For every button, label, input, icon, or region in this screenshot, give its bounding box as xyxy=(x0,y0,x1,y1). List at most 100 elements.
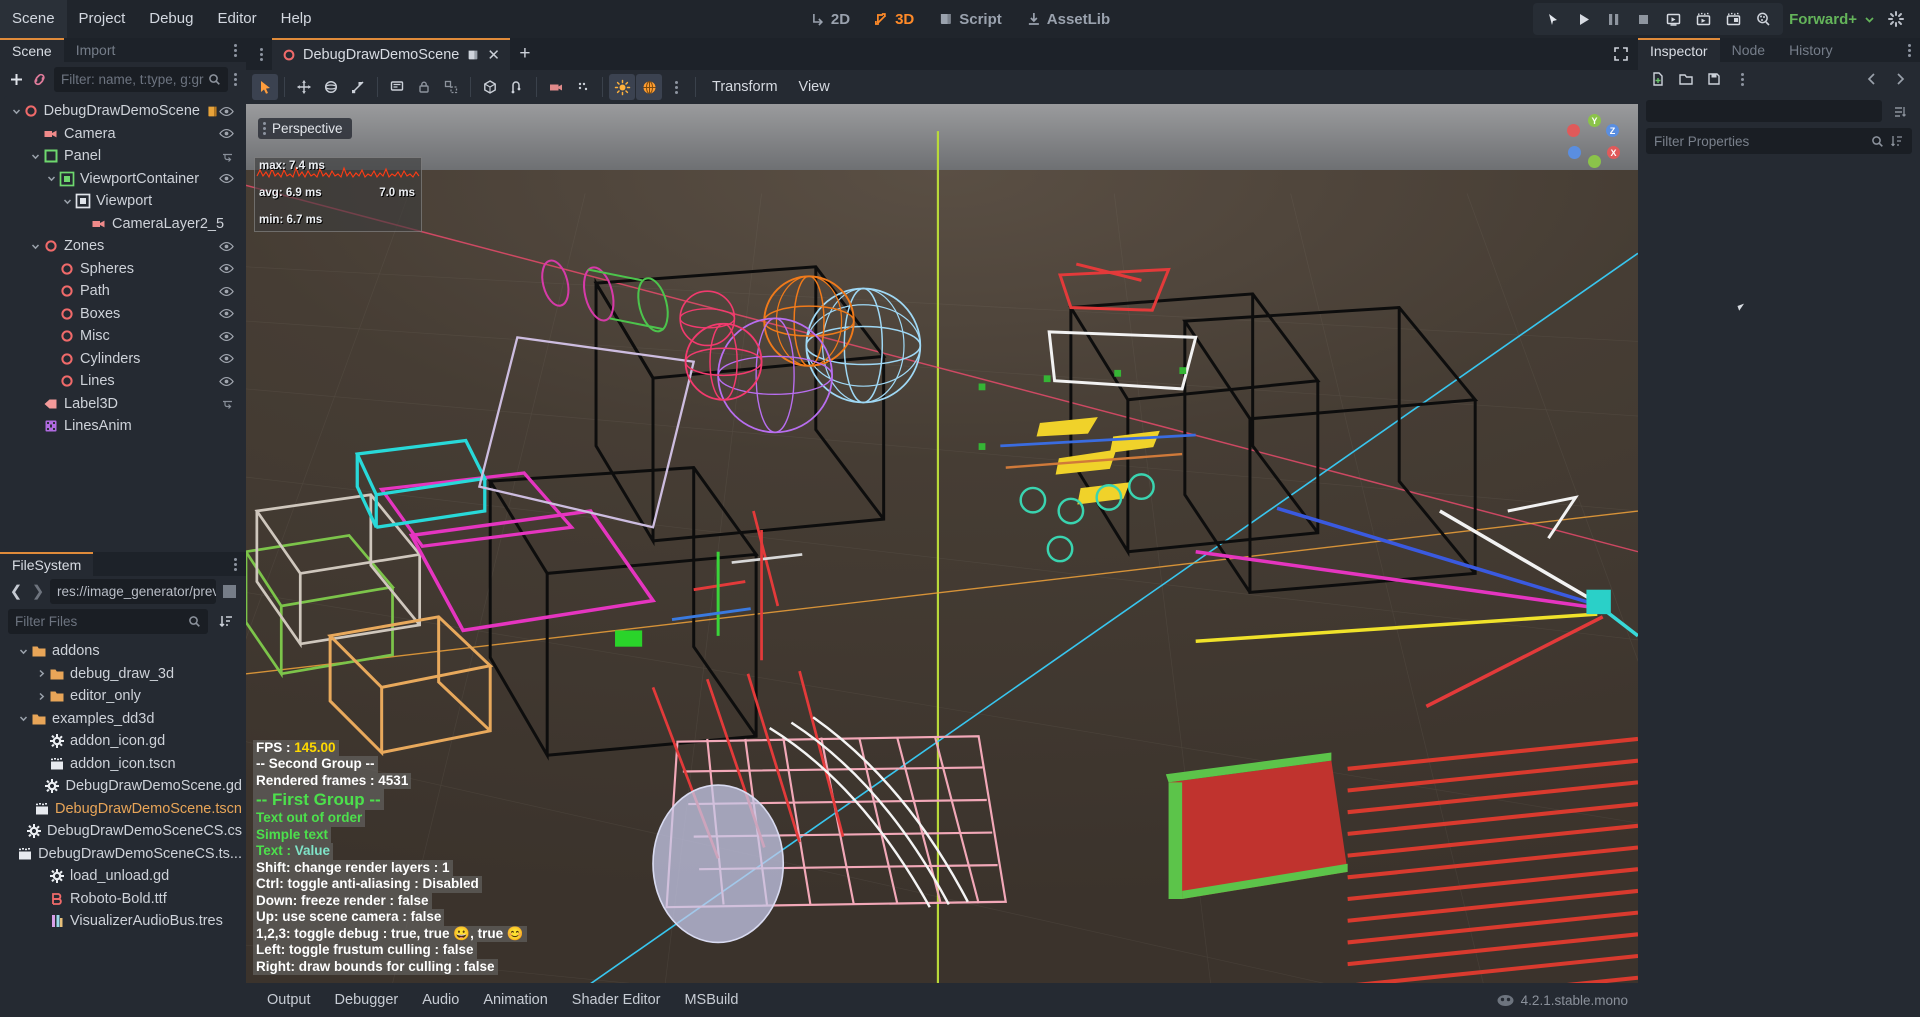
mode-button-3d[interactable]: 3D xyxy=(864,7,924,32)
add-node-button[interactable] xyxy=(8,67,25,91)
chevron-down-icon[interactable] xyxy=(44,174,58,183)
scene-filter-input[interactable]: Filter: name, t:type, g:gr xyxy=(54,67,228,92)
tab-inspector[interactable]: Inspector xyxy=(1638,38,1720,62)
file-item-debug-draw-3d[interactable]: debug_draw_3d xyxy=(4,663,242,686)
move-mode-icon[interactable] xyxy=(291,74,317,100)
file-item-addon-icon-gd[interactable]: addon_icon.gd xyxy=(4,730,242,753)
scene-tree-item-zones[interactable]: Zones xyxy=(4,235,242,258)
more-options-icon[interactable] xyxy=(570,74,596,100)
gizmo-axis-x[interactable]: X xyxy=(1607,146,1620,159)
file-item-debugdrawdemoscenecs-ts-[interactable]: DebugDrawDemoSceneCS.ts... xyxy=(4,843,242,866)
play-icon[interactable] xyxy=(1569,6,1597,32)
file-item-debugdrawdemoscene-tscn[interactable]: DebugDrawDemoScene.tscn xyxy=(4,798,242,821)
play-scene-icon[interactable] xyxy=(1659,6,1687,32)
scene-tree-item-debugdrawdemoscene[interactable]: DebugDrawDemoScene xyxy=(4,100,242,123)
visibility-toggle-icon[interactable] xyxy=(219,104,234,119)
chevron-right-icon[interactable] xyxy=(34,692,48,701)
filesystem-dock-menu-button[interactable] xyxy=(224,552,246,576)
bottom-tab-animation[interactable]: Animation xyxy=(472,988,558,1012)
menu-editor[interactable]: Editor xyxy=(205,0,268,38)
visibility-toggle-icon[interactable] xyxy=(219,261,234,276)
list-select-icon[interactable] xyxy=(384,74,410,100)
renderer-selector[interactable]: Forward+ xyxy=(1785,11,1880,28)
tab-filesystem[interactable]: FileSystem xyxy=(0,552,93,576)
scene-tree-item-boxes[interactable]: Boxes xyxy=(4,303,242,326)
chevron-right-icon[interactable] xyxy=(34,669,48,678)
mode-button-assetlib[interactable]: AssetLib xyxy=(1016,7,1120,32)
file-item-debugdrawdemoscenecs-cs[interactable]: DebugDrawDemoSceneCS.cs xyxy=(4,820,242,843)
bottom-tab-shader-editor[interactable]: Shader Editor xyxy=(561,988,672,1012)
scene-collapse-icon[interactable] xyxy=(221,150,234,163)
history-prev-icon[interactable] xyxy=(1860,67,1884,91)
visibility-toggle-icon[interactable] xyxy=(219,239,234,254)
visibility-toggle-icon[interactable] xyxy=(219,329,234,344)
tab-import[interactable]: Import xyxy=(64,38,128,62)
distraction-free-mode-button[interactable] xyxy=(1604,38,1638,70)
bottom-tab-output[interactable]: Output xyxy=(256,988,322,1012)
snap-icon[interactable] xyxy=(504,74,530,100)
chevron-down-icon[interactable] xyxy=(16,647,30,656)
sun-icon[interactable] xyxy=(609,74,635,100)
scene-tab-debugdrawdemoscene[interactable]: DebugDrawDemoScene ✕ xyxy=(272,38,510,70)
chevron-down-icon[interactable] xyxy=(60,197,74,206)
chevron-down-icon[interactable] xyxy=(28,152,42,161)
visibility-toggle-icon[interactable] xyxy=(219,171,234,186)
file-item-examples-dd3d[interactable]: examples_dd3d xyxy=(4,708,242,731)
open-resource-icon[interactable] xyxy=(1674,67,1698,91)
tab-node[interactable]: Node xyxy=(1720,38,1777,62)
play-custom-icon[interactable] xyxy=(1689,6,1717,32)
instance-scene-button[interactable] xyxy=(31,67,48,91)
file-item-visualizeraudiobus-tres[interactable]: VisualizerAudioBus.tres xyxy=(4,910,242,933)
file-item-debugdrawdemoscene-gd[interactable]: DebugDrawDemoScene.gd xyxy=(4,775,242,798)
scene-collapse-icon[interactable] xyxy=(221,397,234,410)
gizmo-axis-neg-z[interactable] xyxy=(1568,146,1581,159)
add-scene-tab-button[interactable]: + xyxy=(510,38,540,70)
scene-tree-item-viewport[interactable]: Viewport xyxy=(4,190,242,213)
menu-project[interactable]: Project xyxy=(67,0,138,38)
file-item-editor-only[interactable]: editor_only xyxy=(4,685,242,708)
nav-forward-button[interactable]: ❯ xyxy=(28,579,48,603)
select-mode-icon[interactable] xyxy=(252,74,278,100)
scene-tree-options-button[interactable] xyxy=(234,67,238,91)
bottom-tab-debugger[interactable]: Debugger xyxy=(324,988,410,1012)
sort-properties-icon[interactable] xyxy=(1890,134,1904,148)
chevron-down-icon[interactable] xyxy=(16,714,30,723)
file-item-load-unload-gd[interactable]: load_unload.gd xyxy=(4,865,242,888)
toggle-split-mode-button[interactable] xyxy=(218,580,240,602)
nav-back-button[interactable]: ❮ xyxy=(6,579,26,603)
mode-button-2d[interactable]: 2D xyxy=(800,7,860,32)
pause-icon[interactable] xyxy=(1599,6,1627,32)
scene-tree-item-linesanim[interactable]: LinesAnim xyxy=(4,415,242,438)
perspective-menu-button[interactable]: Perspective xyxy=(258,118,352,139)
rotate-mode-icon[interactable] xyxy=(318,74,344,100)
new-resource-icon[interactable] xyxy=(1646,67,1670,91)
close-icon[interactable]: ✕ xyxy=(487,46,500,64)
scale-mode-icon[interactable] xyxy=(345,74,371,100)
environment-icon[interactable] xyxy=(636,74,662,100)
file-item-addons[interactable]: addons xyxy=(4,640,242,663)
filesystem-tree[interactable]: addonsdebug_draw_3deditor_onlyexamples_d… xyxy=(4,636,242,1013)
movie-reel-icon[interactable] xyxy=(1749,6,1777,32)
kebab-icon[interactable] xyxy=(663,74,689,100)
bottom-tab-audio[interactable]: Audio xyxy=(411,988,470,1012)
menu-scene[interactable]: Scene xyxy=(0,0,67,38)
viewport-menu-transform[interactable]: Transform xyxy=(702,74,788,100)
scene-tree-item-panel[interactable]: Panel xyxy=(4,145,242,168)
group-icon[interactable] xyxy=(438,74,464,100)
scene-tree-item-camera[interactable]: Camera xyxy=(4,123,242,146)
tab-scene[interactable]: Scene xyxy=(0,38,64,62)
file-item-roboto-bold-ttf[interactable]: Roboto-Bold.ttf xyxy=(4,888,242,911)
file-item-addon-icon-tscn[interactable]: addon_icon.tscn xyxy=(4,753,242,776)
scene-tree-item-label3d[interactable]: Label3D xyxy=(4,393,242,416)
gizmo-axis-y[interactable]: Y xyxy=(1588,114,1601,127)
mode-button-script[interactable]: Script xyxy=(928,7,1012,32)
gizmo-axis-neg-x[interactable] xyxy=(1567,124,1580,137)
inspector-properties-area[interactable] xyxy=(1642,160,1916,1013)
movie-maker-icon[interactable] xyxy=(1539,6,1567,32)
chevron-down-icon[interactable] xyxy=(11,107,23,116)
stop-icon[interactable] xyxy=(1629,6,1657,32)
filesystem-path-field[interactable]: res://image_generator/preview xyxy=(50,579,216,604)
menu-help[interactable]: Help xyxy=(269,0,324,38)
resource-menu-icon[interactable] xyxy=(1730,67,1754,91)
scene-tree-item-spheres[interactable]: Spheres xyxy=(4,258,242,281)
